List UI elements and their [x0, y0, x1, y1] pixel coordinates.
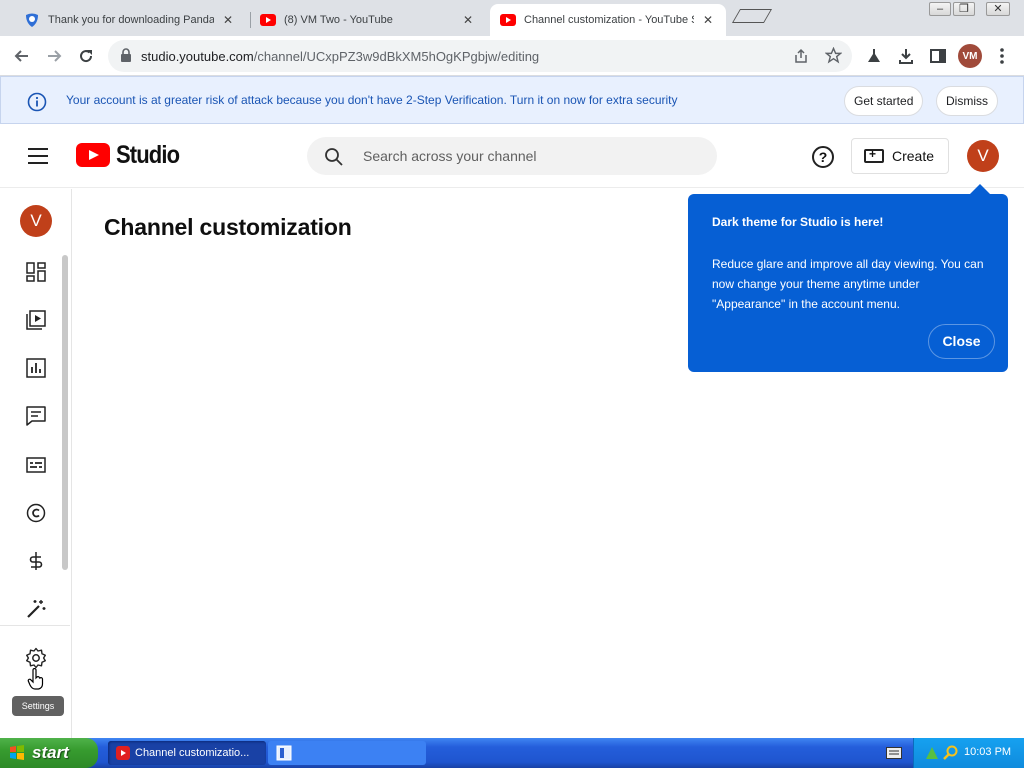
- callout-body: Reduce glare and improve all day viewing…: [712, 257, 984, 311]
- callout-title: Dark theme for Studio is here!: [712, 215, 884, 229]
- back-arrow-icon[interactable]: [10, 44, 34, 68]
- system-tray: 10:03 PM: [913, 738, 1024, 768]
- url-host: studio.youtube.com: [141, 49, 254, 64]
- mouse-pointer-hand-icon: [24, 667, 48, 691]
- analytics-icon[interactable]: [24, 356, 48, 380]
- security-banner: Your account is at greater risk of attac…: [0, 76, 1024, 124]
- url-path: /channel/UCxpPZ3w9dBkXM5hOgKPgbjw/editin…: [253, 49, 540, 64]
- search-input[interactable]: [363, 146, 693, 166]
- browser-tab-channel-customization[interactable]: Channel customization - YouTube St ✕: [490, 4, 726, 36]
- side-panel-icon[interactable]: [926, 44, 950, 68]
- sidebar: V: [0, 189, 72, 738]
- info-icon: [27, 92, 47, 112]
- windows-taskbar: start Channel customizatio... 10:03 PM: [0, 738, 1024, 768]
- help-icon[interactable]: ?: [812, 146, 834, 168]
- dismiss-button[interactable]: Dismiss: [936, 86, 998, 116]
- bookmark-star-icon[interactable]: [824, 46, 843, 69]
- subtitles-icon[interactable]: [24, 453, 48, 477]
- reload-icon[interactable]: [74, 44, 98, 68]
- hamburger-menu-icon[interactable]: [28, 148, 48, 164]
- customization-icon[interactable]: [24, 597, 48, 621]
- sidebar-scrollbar[interactable]: [62, 255, 68, 570]
- dashboard-icon[interactable]: [24, 260, 48, 284]
- dark-theme-callout: Dark theme for Studio is here! Reduce gl…: [688, 184, 1008, 372]
- download-icon[interactable]: [894, 44, 918, 68]
- earn-icon[interactable]: [24, 549, 48, 573]
- security-banner-message: Your account is at greater risk of attac…: [66, 93, 678, 107]
- close-tab-icon[interactable]: ✕: [220, 13, 236, 27]
- tab-title: Channel customization - YouTube St: [524, 14, 694, 26]
- close-window-button[interactable]: ✕: [986, 2, 1010, 16]
- forward-arrow-icon[interactable]: [42, 44, 66, 68]
- studio-logo-text[interactable]: Studio: [116, 141, 180, 170]
- network-tray-icon[interactable]: [924, 745, 940, 766]
- taskbar-item-label: Channel customizatio...: [135, 747, 250, 759]
- address-bar[interactable]: studio.youtube.com/channel/UCxpPZ3w9dBkX…: [108, 40, 852, 72]
- restore-window-button[interactable]: ❐: [953, 2, 975, 16]
- browser-tab-vm-two[interactable]: (8) VM Two - YouTube ✕: [250, 4, 486, 36]
- comments-icon[interactable]: [24, 404, 48, 428]
- channel-avatar[interactable]: V: [20, 205, 52, 237]
- keyboard-tray-icon[interactable]: [886, 746, 902, 764]
- search-bar[interactable]: [307, 137, 717, 175]
- account-avatar[interactable]: V: [967, 140, 999, 172]
- windows-flag-icon: [9, 745, 25, 761]
- content-icon[interactable]: [24, 308, 48, 332]
- taskbar-item-chrome[interactable]: Channel customizatio...: [108, 741, 266, 765]
- youtube-logo-icon[interactable]: [76, 143, 110, 167]
- create-label: Create: [892, 148, 935, 164]
- tab-title: Thank you for downloading Panda S: [48, 14, 214, 26]
- youtube-taskbar-icon: [116, 746, 130, 760]
- start-button[interactable]: start: [0, 738, 98, 768]
- panda-favicon-icon: [24, 12, 40, 28]
- close-tab-icon[interactable]: ✕: [700, 13, 716, 27]
- url-text: studio.youtube.com/channel/UCxpPZ3w9dBkX…: [141, 49, 539, 64]
- lock-icon[interactable]: [120, 48, 132, 67]
- page-title: Channel customization: [104, 214, 352, 240]
- tab-title: (8) VM Two - YouTube: [284, 14, 393, 26]
- search-icon[interactable]: [324, 147, 344, 172]
- browser-menu-icon[interactable]: [990, 44, 1014, 68]
- minimize-window-button[interactable]: –: [929, 2, 951, 16]
- sidebar-divider: [0, 625, 70, 626]
- get-started-button[interactable]: Get started: [844, 86, 924, 116]
- callout-close-button[interactable]: Close: [928, 324, 995, 359]
- youtube-favicon-icon: [500, 12, 516, 28]
- browser-tab-strip: Thank you for downloading Panda S ✕ (8) …: [0, 0, 1024, 36]
- clock: 10:03 PM: [964, 746, 1012, 758]
- labs-flask-icon[interactable]: [862, 44, 886, 68]
- browser-toolbar: studio.youtube.com/channel/UCxpPZ3w9dBkX…: [0, 36, 1024, 76]
- close-tab-icon[interactable]: ✕: [460, 13, 476, 27]
- create-video-icon: [864, 147, 884, 163]
- new-tab-button[interactable]: [731, 9, 773, 23]
- settings-tooltip: Settings: [12, 696, 64, 716]
- search-tray-icon[interactable]: [943, 745, 959, 766]
- copyright-icon[interactable]: [24, 501, 48, 525]
- studio-header: Studio ? Create V: [0, 124, 1024, 188]
- explorer-window-icon: [276, 745, 292, 761]
- taskbar-item-explorer[interactable]: [268, 741, 426, 765]
- share-icon[interactable]: [793, 48, 809, 69]
- create-button[interactable]: Create: [851, 138, 949, 174]
- youtube-favicon-icon: [260, 12, 276, 28]
- profile-avatar[interactable]: VM: [958, 44, 982, 68]
- start-label: start: [32, 743, 69, 762]
- browser-tab-panda[interactable]: Thank you for downloading Panda S ✕: [14, 4, 246, 36]
